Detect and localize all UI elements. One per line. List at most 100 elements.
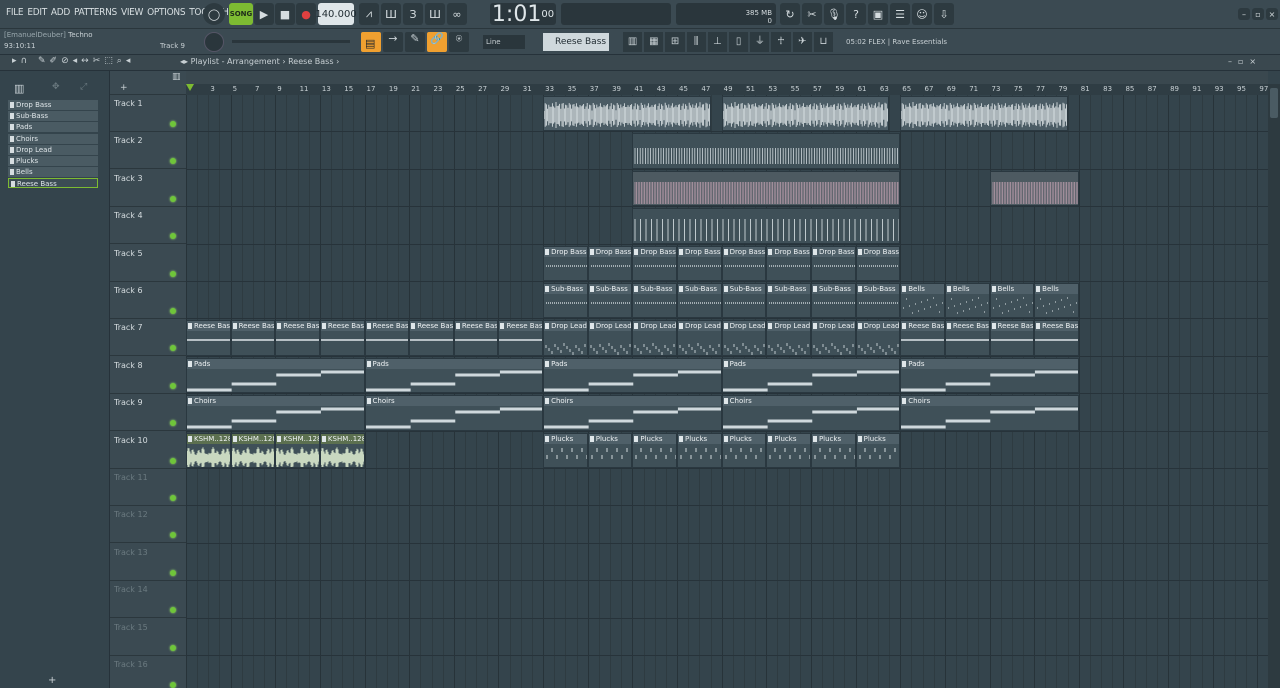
track-enable-led[interactable] <box>170 644 176 651</box>
track-header[interactable]: Track 9 <box>110 394 186 432</box>
pattern-item[interactable]: Plucks <box>8 156 98 166</box>
playlist-clip[interactable]: Reese Bass <box>364 320 410 356</box>
bird-icon[interactable]: ✈ <box>792 32 812 52</box>
track-enable-led[interactable] <box>170 457 176 464</box>
mic-button[interactable]: 🎙 <box>824 3 844 25</box>
playlist-clip[interactable] <box>721 96 890 132</box>
track-enable-led[interactable] <box>170 345 176 352</box>
channel-rack-icon[interactable]: ▦ <box>644 32 664 52</box>
cut-button[interactable]: ✂ <box>802 3 822 25</box>
menu-view[interactable]: VIEW <box>119 7 145 18</box>
link-button[interactable]: 🔗 <box>427 32 447 52</box>
stop-button[interactable]: ■ <box>275 3 295 25</box>
playlist-clip[interactable] <box>632 170 901 207</box>
mixer-icon[interactable]: ⊞ <box>665 32 685 52</box>
mixer-button[interactable]: ☰ <box>890 3 910 25</box>
track-header[interactable]: Track 4 <box>110 207 186 245</box>
track-header[interactable]: Track 13 <box>110 544 186 581</box>
speaker-icon[interactable]: ◂ <box>126 56 135 66</box>
slip-icon[interactable]: ↔ <box>81 56 93 66</box>
playlist-clip[interactable]: Reese Bass <box>944 320 990 356</box>
playlist-clip[interactable]: Drop Lead <box>855 320 901 356</box>
playlist-clip[interactable]: Drop Lead <box>677 320 722 356</box>
piano-roll-icon[interactable]: ▥ <box>623 32 643 52</box>
track-header[interactable]: Track 16 <box>110 656 186 688</box>
delete-icon[interactable]: ⊘ <box>61 56 73 66</box>
track-header[interactable]: Track 2 <box>110 132 186 170</box>
playlist-button[interactable]: ▤ <box>361 32 381 52</box>
track-enable-led[interactable] <box>170 195 176 202</box>
track-header[interactable]: Track 12 <box>110 506 186 544</box>
playlist-clip[interactable]: Reese Bass <box>453 320 499 356</box>
track-header[interactable]: Track 1 <box>110 95 186 132</box>
playlist-clip[interactable]: Sub-Bass <box>855 283 901 319</box>
minimize-button[interactable]: – <box>1238 8 1250 20</box>
pattern-select[interactable]: Reese Bass <box>543 33 609 51</box>
playlist-clip[interactable]: KSHM..128 <box>186 432 231 468</box>
playlist-clip[interactable]: Drop Lead <box>721 320 767 356</box>
playlist-clip[interactable]: Plucks <box>766 432 811 468</box>
playlist-clip[interactable]: Choirs <box>721 395 901 431</box>
playlist-clip[interactable]: Bells <box>989 283 1035 319</box>
cart-icon[interactable]: ⊔ <box>813 32 834 52</box>
playlist-clip[interactable]: Drop Bass <box>810 245 856 281</box>
main-volume-knob[interactable] <box>204 32 224 52</box>
playlist-clip[interactable]: Sub-Bass <box>677 283 722 319</box>
piano-small-icon[interactable]: ▥ <box>172 72 181 82</box>
playlist-clip[interactable]: Drop Bass <box>543 245 588 281</box>
playlist-clip[interactable]: KSHM..128 <box>275 432 320 468</box>
playlist-clip[interactable]: Sub-Bass <box>721 283 767 319</box>
step-edit-button[interactable]: Ш <box>425 3 445 25</box>
playlist-clip[interactable]: Drop Bass <box>855 245 901 281</box>
playlist-clip[interactable]: Choirs <box>186 395 365 431</box>
add-pattern-icon[interactable]: + <box>48 675 56 686</box>
zoom-icon[interactable]: ⌕ <box>117 56 126 66</box>
menu-file[interactable]: FILE <box>4 7 25 18</box>
track-header[interactable]: Track 6 <box>110 282 186 319</box>
track-enable-led[interactable] <box>170 495 176 501</box>
track-enable-led[interactable] <box>170 682 176 688</box>
panel-close-icon[interactable]: × <box>1249 57 1262 66</box>
playlist-clip[interactable]: Plucks <box>810 432 856 468</box>
playlist-clip[interactable]: Drop Lead <box>587 320 633 356</box>
chat-button[interactable]: ☺ <box>912 3 932 25</box>
magnet-icon[interactable]: ∩ <box>21 56 32 66</box>
pattern-item[interactable]: Choirs <box>8 133 98 144</box>
close-button[interactable]: × <box>1266 8 1278 20</box>
playlist-clip[interactable]: Drop Bass <box>677 245 722 281</box>
menu-edit[interactable]: EDIT <box>25 7 49 18</box>
horizontal-scroll[interactable] <box>186 71 1268 84</box>
track-header[interactable]: Track 14 <box>110 581 186 619</box>
slice-icon[interactable]: ✂ <box>93 56 105 66</box>
playlist-clip[interactable] <box>900 96 1068 132</box>
add-icon[interactable]: ✥ <box>52 82 60 92</box>
save-button[interactable]: ▣ <box>868 3 888 25</box>
playlist-clip[interactable]: Drop Bass <box>587 245 633 281</box>
scroll-thumb[interactable] <box>1270 88 1278 118</box>
playlist-clip[interactable]: Drop Lead <box>632 320 678 356</box>
pattern-item[interactable]: Drop Bass <box>8 100 98 110</box>
playlist-clip[interactable]: KSHM..128 <box>319 432 365 468</box>
menu-patterns[interactable]: PATTERNS <box>72 7 119 18</box>
playlist-clip[interactable]: Reese Bass <box>409 320 454 356</box>
track-header[interactable]: Track 10 <box>110 432 186 469</box>
playlist-clip[interactable]: Pads <box>721 357 901 394</box>
download-button[interactable]: ⇩ <box>934 3 954 25</box>
playlist-clip[interactable]: Pads <box>543 357 722 394</box>
menu-add[interactable]: ADD <box>49 7 72 18</box>
breadcrumb-arrows-icon[interactable]: ◂▸ <box>180 57 191 66</box>
playlist-clip[interactable]: Drop Lead <box>766 320 811 356</box>
playlist-clip[interactable]: Sub-Bass <box>587 283 633 319</box>
snap-select[interactable]: Line <box>483 35 525 49</box>
track-enable-led[interactable] <box>170 532 176 539</box>
playlist-clip[interactable]: Reese Bass <box>498 320 544 356</box>
playlist-clip[interactable]: Plucks <box>543 432 588 468</box>
playhead-marker[interactable] <box>186 84 194 91</box>
track-header[interactable]: Track 5 <box>110 245 186 282</box>
song-mode-button[interactable]: SONG <box>229 3 253 25</box>
track-enable-led[interactable] <box>170 158 176 165</box>
vertical-scrollbar[interactable] <box>1268 84 1280 688</box>
playlist-clip[interactable]: Reese Bass <box>319 320 365 356</box>
panel-restore-icon[interactable]: ▫ <box>1238 57 1249 66</box>
brush-button[interactable]: ✎ <box>405 32 425 52</box>
